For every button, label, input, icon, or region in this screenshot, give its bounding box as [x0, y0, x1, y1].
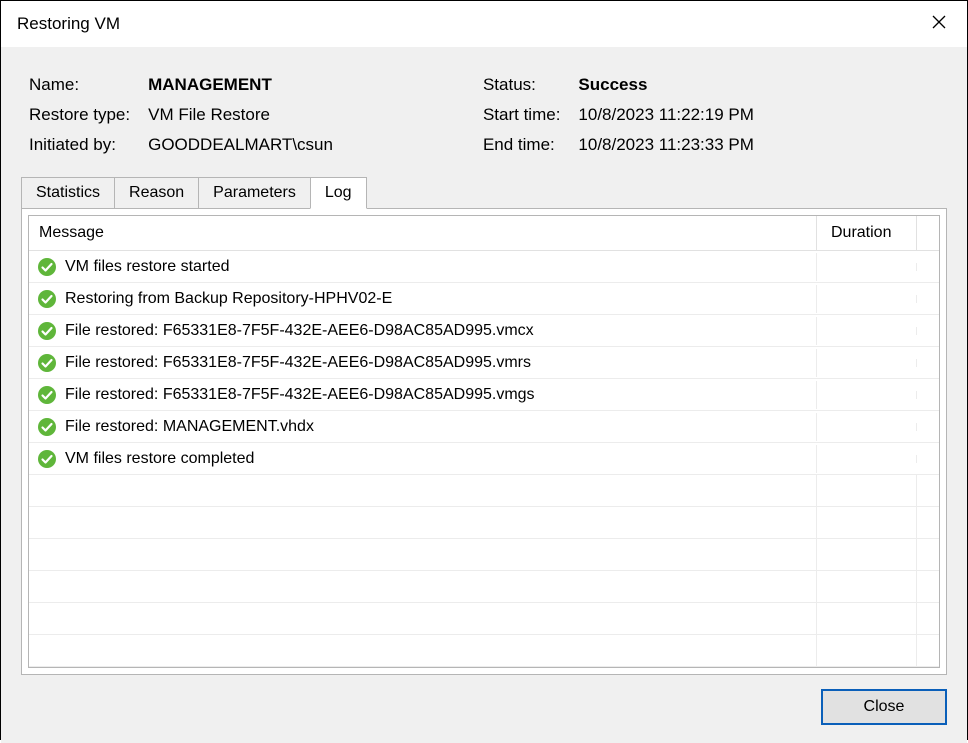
tab-statistics[interactable]: Statistics	[21, 177, 115, 208]
window-title: Restoring VM	[17, 14, 120, 34]
log-row-empty	[29, 635, 939, 667]
success-icon	[37, 289, 57, 309]
log-cell-message: Restoring from Backup Repository-HPHV02-…	[29, 285, 817, 313]
log-row-empty	[29, 507, 939, 539]
window-close-button[interactable]	[911, 1, 967, 47]
log-header-message[interactable]: Message	[29, 216, 817, 250]
titlebar: Restoring VM	[1, 1, 967, 47]
success-icon	[37, 353, 57, 373]
log-cell-duration	[817, 327, 917, 335]
log-message-text: File restored: F65331E8-7F5F-432E-AEE6-D…	[65, 322, 534, 340]
name-label: Name:	[29, 75, 130, 95]
info-col-left: Name: MANAGEMENT Restore type: VM File R…	[29, 75, 333, 155]
log-header: Message Duration	[29, 216, 939, 251]
tab-log[interactable]: Log	[310, 177, 367, 209]
start-time-label: Start time:	[483, 105, 560, 125]
log-cell-message: File restored: F65331E8-7F5F-432E-AEE6-D…	[29, 317, 817, 345]
log-message-text: File restored: F65331E8-7F5F-432E-AEE6-D…	[65, 354, 531, 372]
log-row[interactable]: File restored: F65331E8-7F5F-432E-AEE6-D…	[29, 379, 939, 411]
tab-parameters[interactable]: Parameters	[198, 177, 311, 208]
log-header-spacer	[917, 216, 939, 250]
log-row[interactable]: VM files restore started	[29, 251, 939, 283]
log-row-empty	[29, 475, 939, 507]
log-cell-duration	[817, 263, 917, 271]
tab-reason[interactable]: Reason	[114, 177, 199, 208]
tabstrip: Statistics Reason Parameters Log	[21, 177, 947, 208]
log-row-empty	[29, 539, 939, 571]
dialog-footer: Close	[21, 675, 947, 725]
log-row[interactable]: File restored: F65331E8-7F5F-432E-AEE6-D…	[29, 347, 939, 379]
log-message-text: Restoring from Backup Repository-HPHV02-…	[65, 290, 392, 308]
log-row-empty	[29, 571, 939, 603]
log-cell-duration	[817, 391, 917, 399]
initiated-by-value: GOODDEALMART\csun	[148, 135, 333, 155]
log-message-text: File restored: F65331E8-7F5F-432E-AEE6-D…	[65, 386, 535, 404]
log-message-text: VM files restore completed	[65, 450, 254, 468]
success-icon	[37, 321, 57, 341]
end-time-label: End time:	[483, 135, 560, 155]
success-icon	[37, 257, 57, 277]
log-header-duration[interactable]: Duration	[817, 216, 917, 250]
success-icon	[37, 449, 57, 469]
log-table: Message Duration VM files restore starte…	[28, 215, 940, 668]
start-time-value: 10/8/2023 11:22:19 PM	[578, 105, 754, 125]
log-cell-duration	[817, 295, 917, 303]
end-time-value: 10/8/2023 11:23:33 PM	[578, 135, 754, 155]
restore-type-value: VM File Restore	[148, 105, 333, 125]
log-cell-message: VM files restore started	[29, 253, 817, 281]
log-row[interactable]: Restoring from Backup Repository-HPHV02-…	[29, 283, 939, 315]
log-message-text: VM files restore started	[65, 258, 230, 276]
info-col-right: Status: Success Start time: 10/8/2023 11…	[483, 75, 754, 155]
status-label: Status:	[483, 75, 560, 95]
log-row-empty	[29, 603, 939, 635]
log-row[interactable]: File restored: F65331E8-7F5F-432E-AEE6-D…	[29, 315, 939, 347]
log-row[interactable]: File restored: MANAGEMENT.vhdx	[29, 411, 939, 443]
success-icon	[37, 417, 57, 437]
log-cell-duration	[817, 423, 917, 431]
log-message-text: File restored: MANAGEMENT.vhdx	[65, 418, 314, 436]
log-row[interactable]: VM files restore completed	[29, 443, 939, 475]
log-cell-message: File restored: F65331E8-7F5F-432E-AEE6-D…	[29, 381, 817, 409]
close-button[interactable]: Close	[821, 689, 947, 725]
success-icon	[37, 385, 57, 405]
close-icon	[931, 14, 947, 34]
initiated-by-label: Initiated by:	[29, 135, 130, 155]
dialog-window: Restoring VM Name: MANAGEMENT Restore ty…	[0, 0, 968, 740]
log-cell-message: File restored: MANAGEMENT.vhdx	[29, 413, 817, 441]
log-body[interactable]: VM files restore started Restoring from B…	[29, 251, 939, 667]
name-value: MANAGEMENT	[148, 75, 333, 95]
log-cell-message: File restored: F65331E8-7F5F-432E-AEE6-D…	[29, 349, 817, 377]
tabs: Statistics Reason Parameters Log Message…	[21, 177, 947, 675]
log-cell-duration	[817, 455, 917, 463]
status-value: Success	[578, 75, 754, 95]
tab-content-log: Message Duration VM files restore starte…	[21, 208, 947, 675]
info-grid: Name: MANAGEMENT Restore type: VM File R…	[29, 75, 947, 155]
log-cell-duration	[817, 359, 917, 367]
log-cell-message: VM files restore completed	[29, 445, 817, 473]
restore-type-label: Restore type:	[29, 105, 130, 125]
content-area: Name: MANAGEMENT Restore type: VM File R…	[1, 47, 967, 743]
